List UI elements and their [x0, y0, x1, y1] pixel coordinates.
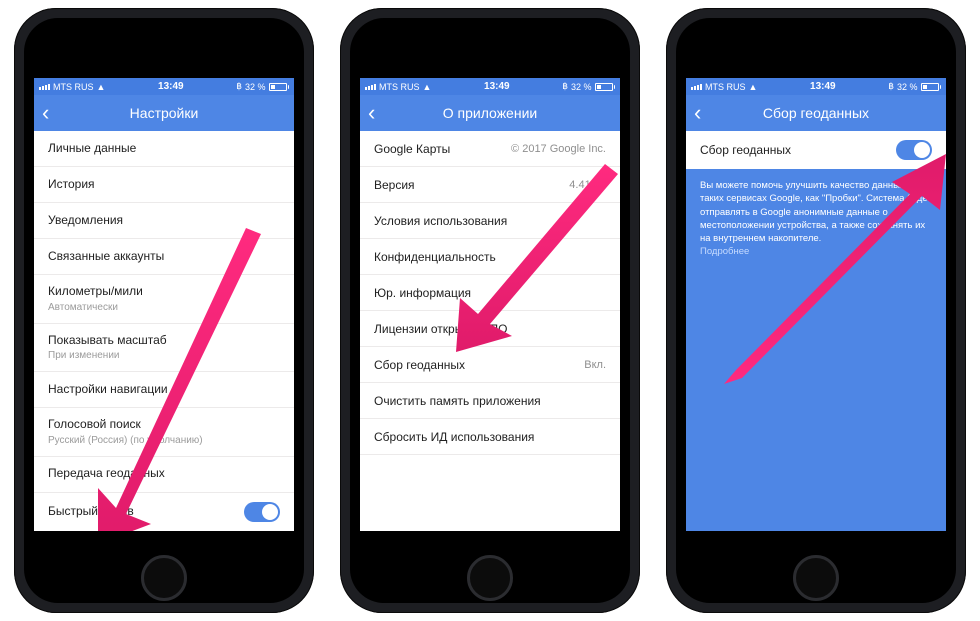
settings-list: Личные данные История Уведомления Связан… — [34, 131, 294, 531]
bluetooth-icon: ฿ — [562, 81, 568, 92]
battery-icon — [595, 83, 616, 91]
wifi-icon: ▲ — [97, 82, 106, 92]
row-linked-accounts[interactable]: Связанные аккаунты — [34, 239, 294, 275]
clock-label: 13:49 — [810, 81, 836, 92]
carrier-label: MTS RUS — [379, 82, 420, 92]
bezel: MTS RUS ▲ 13:49 ฿ 32 % ‹ Сбор геоданных … — [676, 18, 956, 603]
row-tos[interactable]: Условия использования — [360, 203, 620, 239]
description-text: Вы можете помочь улучшить качество данны… — [700, 179, 932, 245]
carrier-label: MTS RUS — [53, 82, 94, 92]
row-legal[interactable]: Юр. информация — [360, 275, 620, 311]
signal-icon — [691, 84, 702, 90]
about-list: Google Карты© 2017 Google Inc. Версия4.4… — [360, 131, 620, 531]
bezel: MTS RUS ▲ 13:49 ฿ 32 % ‹ О приложении Go… — [350, 18, 630, 603]
navigation-bar: ‹ Сбор геоданных — [686, 95, 946, 131]
carrier-label: MTS RUS — [705, 82, 746, 92]
row-version: Версия4.41.10 — [360, 167, 620, 203]
row-history[interactable]: История — [34, 167, 294, 203]
page-title: Сбор геоданных — [686, 105, 946, 121]
toggle-switch[interactable] — [896, 140, 932, 160]
back-icon[interactable]: ‹ — [694, 102, 701, 124]
page-title: О приложении — [360, 105, 620, 121]
bezel: MTS RUS ▲ 13:49 ฿ 32 % ‹ Настройки Личны… — [24, 18, 304, 603]
row-personal[interactable]: Личные данные — [34, 131, 294, 167]
battery-icon — [269, 83, 290, 91]
geodata-panel: Сбор геоданных — [686, 131, 946, 169]
row-reset-id[interactable]: Сбросить ИД использования — [360, 419, 620, 455]
navigation-bar: ‹ О приложении — [360, 95, 620, 131]
page-title: Настройки — [34, 105, 294, 121]
status-bar: MTS RUS ▲ 13:49 ฿ 32 % — [34, 78, 294, 95]
back-icon[interactable]: ‹ — [368, 102, 375, 124]
signal-icon — [39, 84, 50, 90]
row-privacy[interactable]: Конфиденциальность — [360, 239, 620, 275]
screen: MTS RUS ▲ 13:49 ฿ 32 % ‹ О приложении Go… — [360, 78, 620, 531]
home-button[interactable] — [793, 555, 839, 601]
battery-text: 32 % — [571, 82, 592, 92]
status-bar: MTS RUS ▲ 13:49 ฿ 32 % — [686, 78, 946, 95]
row-voice[interactable]: Голосовой поискРусский (Россия) (по умол… — [34, 408, 294, 457]
wifi-icon: ▲ — [423, 82, 432, 92]
toggle-switch[interactable] — [244, 502, 280, 522]
row-units[interactable]: Километры/милиАвтоматически — [34, 275, 294, 324]
battery-text: 32 % — [245, 82, 266, 92]
row-appname: Google Карты© 2017 Google Inc. — [360, 131, 620, 167]
battery-text: 32 % — [897, 82, 918, 92]
screen: MTS RUS ▲ 13:49 ฿ 32 % ‹ Сбор геоданных … — [686, 78, 946, 531]
phone-3: MTS RUS ▲ 13:49 ฿ 32 % ‹ Сбор геоданных … — [666, 8, 966, 613]
row-geodata-toggle[interactable]: Сбор геоданных — [686, 131, 946, 169]
row-notifications[interactable]: Уведомления — [34, 203, 294, 239]
row-nav-settings[interactable]: Настройки навигации — [34, 372, 294, 408]
clock-label: 13:49 — [484, 81, 510, 92]
status-bar: MTS RUS ▲ 13:49 ฿ 32 % — [360, 78, 620, 95]
row-scale[interactable]: Показывать масштабПри изменении — [34, 324, 294, 373]
signal-icon — [365, 84, 376, 90]
bluetooth-icon: ฿ — [236, 81, 242, 92]
phone-2: MTS RUS ▲ 13:49 ฿ 32 % ‹ О приложении Go… — [340, 8, 640, 613]
home-button[interactable] — [467, 555, 513, 601]
battery-icon — [921, 83, 942, 91]
phone-1: MTS RUS ▲ 13:49 ฿ 32 % ‹ Настройки Личны… — [14, 8, 314, 613]
row-clear-cache[interactable]: Очистить память приложения — [360, 383, 620, 419]
geodata-description: Вы можете помочь улучшить качество данны… — [686, 169, 946, 267]
row-shake-feedback[interactable]: Быстрый отзыв — [34, 493, 294, 531]
row-geodata[interactable]: Сбор геоданныхВкл. — [360, 347, 620, 383]
navigation-bar: ‹ Настройки — [34, 95, 294, 131]
home-button[interactable] — [141, 555, 187, 601]
wifi-icon: ▲ — [749, 82, 758, 92]
screen: MTS RUS ▲ 13:49 ฿ 32 % ‹ Настройки Личны… — [34, 78, 294, 531]
learn-more-link[interactable]: Подробнее — [700, 245, 932, 258]
bluetooth-icon: ฿ — [888, 81, 894, 92]
clock-label: 13:49 — [158, 81, 184, 92]
row-oss[interactable]: Лицензии открытого ПО — [360, 311, 620, 347]
row-location-sharing[interactable]: Передача геоданных — [34, 457, 294, 493]
back-icon[interactable]: ‹ — [42, 102, 49, 124]
